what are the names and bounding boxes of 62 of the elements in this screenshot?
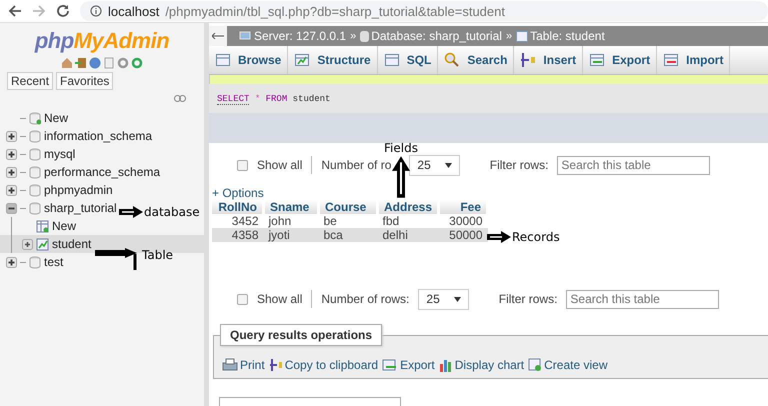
rows-select[interactable]: 25 [418, 288, 469, 310]
table-cell: 50000 [438, 228, 488, 242]
options-link[interactable]: + Options [212, 186, 768, 200]
table-cell: delhi [378, 228, 439, 242]
rows-select[interactable]: 25 [409, 154, 460, 176]
table-cell: 30000 [438, 214, 488, 228]
column-header[interactable]: Fee [438, 200, 488, 214]
action-link[interactable]: Print [222, 358, 265, 372]
database-item[interactable]: information_schema [44, 129, 152, 143]
sidebar-tab[interactable]: Recent [7, 72, 54, 90]
breadcrumb-link[interactable]: Server: 127.0.0.1 [254, 29, 346, 43]
database-item[interactable]: performance_schema [44, 165, 160, 179]
database-item[interactable]: New [44, 111, 68, 125]
tab[interactable]: Export [583, 46, 658, 74]
column-header[interactable]: Sname [264, 200, 318, 214]
table-cell: 3452 [212, 214, 264, 228]
sidebar-tab[interactable]: Favorites [56, 72, 114, 90]
table-cell: bca [318, 228, 378, 242]
database-item[interactable]: mysql [44, 147, 76, 161]
table-cell: john [264, 214, 318, 228]
annotation-label: database [144, 205, 200, 219]
table-item[interactable]: student [52, 237, 92, 251]
table-cell: be [318, 214, 378, 228]
breadcrumb-separator: » [350, 30, 356, 42]
logo[interactable]: phpMyAdmin [0, 28, 204, 54]
column-header[interactable]: Address [378, 200, 439, 214]
annotation-label: Table [142, 248, 174, 262]
search-field[interactable]: Search this table [566, 290, 720, 308]
breadcrumb-link[interactable]: Table: student [530, 29, 605, 43]
tab[interactable]: Browse [209, 46, 288, 74]
search-field[interactable]: Search this table [557, 156, 710, 174]
sql-query: SELECT * FROM student [217, 94, 330, 104]
address-bar[interactable]: localhost /phpmyadmin/tbl_sql.php?db=sharp_tutorial&table=student [80, 1, 768, 21]
tab[interactable]: SQL [378, 46, 438, 74]
tab[interactable]: Search [438, 46, 514, 74]
panel-title: Query results operations [220, 324, 382, 346]
annotation-label: Fields [384, 141, 418, 155]
tab[interactable]: Insert [514, 46, 584, 74]
show-all-label: Show all [257, 158, 302, 172]
table-item[interactable]: New [52, 219, 76, 233]
database-item[interactable]: phpmyadmin [44, 183, 113, 197]
database-item[interactable]: sharp_tutorial [44, 201, 117, 215]
rows-label: Number of ro [321, 158, 392, 172]
action-link[interactable]: Copy to clipboard [268, 358, 378, 372]
database-item[interactable]: test [44, 255, 64, 269]
action-link[interactable]: Export [382, 358, 435, 372]
action-link[interactable]: Create view [528, 358, 608, 372]
tab[interactable]: Import [657, 46, 730, 74]
column-header[interactable]: RollNo [212, 200, 264, 214]
filter-label: Filter rows: [498, 292, 558, 306]
breadcrumb-link[interactable]: Database: sharp_tutorial [371, 29, 502, 43]
rows-label: Number of rows: [321, 292, 410, 306]
table-cell: jyoti [264, 228, 318, 242]
breadcrumb-separator: » [506, 30, 512, 42]
show-all-label: Show all [257, 292, 302, 306]
table-cell: 4358 [212, 228, 264, 242]
column-header[interactable]: Course [318, 200, 378, 214]
tab[interactable]: Structure [288, 46, 378, 74]
action-link[interactable]: Display chart [438, 358, 524, 372]
table-cell: fbd [378, 214, 439, 228]
annotation-label: Records [512, 230, 560, 244]
filter-label: Filter rows: [490, 158, 548, 172]
